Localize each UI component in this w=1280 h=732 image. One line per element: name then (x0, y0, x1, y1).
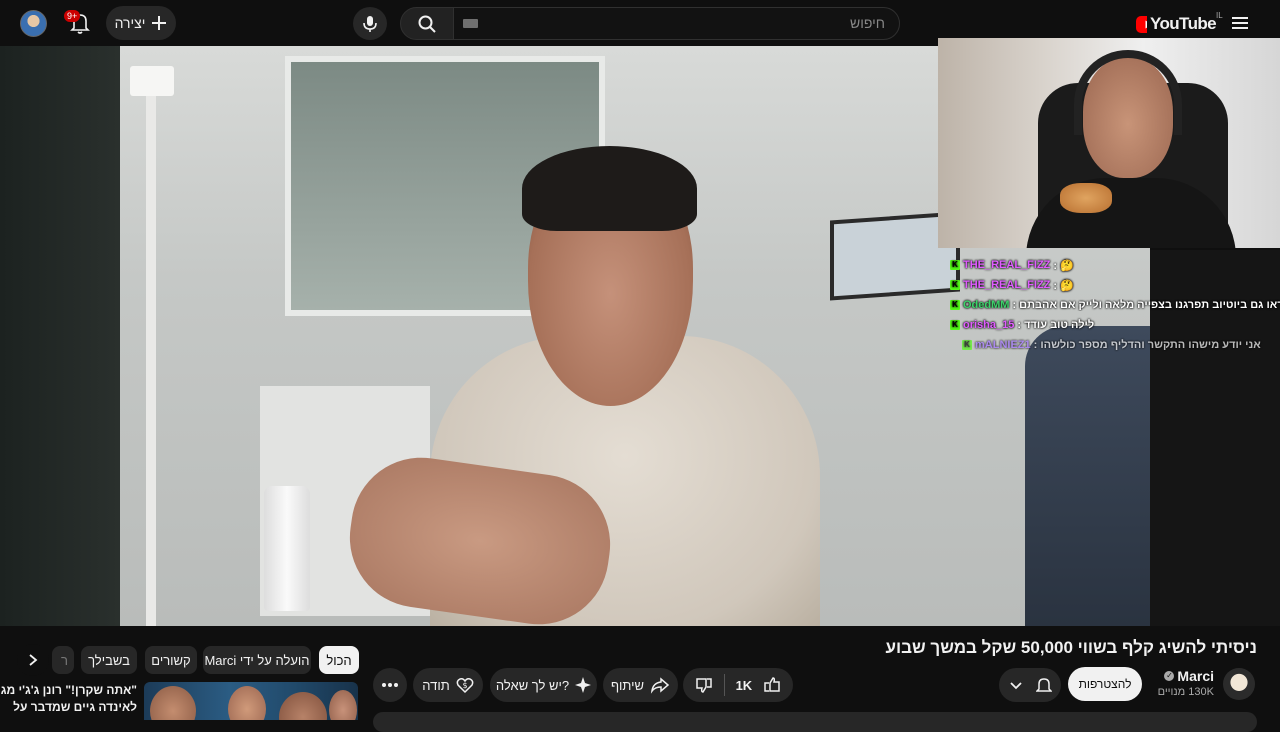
player-backdrop-left (0, 46, 120, 626)
notifications-button[interactable]: 9+ (64, 9, 94, 37)
create-label: יצירה (114, 15, 146, 31)
like-count[interactable]: 1K (736, 678, 753, 693)
keyboard-icon[interactable] (463, 19, 478, 28)
chip-for-you[interactable]: בשבילך (81, 646, 137, 674)
verified-icon: ✓ (1164, 671, 1175, 681)
microphone-icon (363, 15, 377, 32)
chat-user: THE_REAL_FIZZ (963, 279, 1051, 291)
chat-message: K THE_REAL_FIZZ : 🤔 (950, 276, 1074, 294)
guide-menu-button[interactable] (1226, 10, 1254, 36)
thanks-label: תודה (422, 677, 450, 693)
chat-message: K orisha_15 לילה טוב עודד : (950, 316, 1094, 334)
chip-label: ר (61, 652, 68, 668)
chat-text: לכו תראו גם ביוטיוב תפרגנו בצפייה מלאה ו… (1012, 299, 1280, 311)
channel-name-row[interactable]: ✓ Marci (1150, 668, 1214, 684)
kick-badge-icon: K (950, 320, 960, 330)
kick-badge-icon: K (950, 300, 960, 310)
video-frame-chair (1025, 326, 1150, 626)
logo-text: YouTube (1150, 14, 1217, 33)
chat-text: אני יודע מישהו התקשר והדליף מספר כולשהו … (1033, 339, 1261, 351)
kick-badge-icon: K (950, 280, 960, 290)
kick-badge-icon: K (962, 340, 972, 350)
webcam-food (1060, 183, 1112, 213)
chat-message: K OdedMM לכו תראו גם ביוטיוב תפרגנו בצפי… (950, 296, 1280, 314)
create-button[interactable]: יצירה (106, 6, 176, 40)
chat-user: THE_REAL_FIZZ (963, 259, 1051, 271)
chat-message: K THE_REAL_FIZZ : 🤔 (950, 256, 1074, 274)
video-frame-person-hair (522, 146, 697, 231)
chip-label: בשבילך (88, 652, 130, 668)
channel-name: Marci (1177, 668, 1214, 684)
more-horizontal-icon (382, 683, 398, 687)
join-button[interactable]: להצטרפות (1068, 667, 1142, 701)
recommended-title-line: לאינדה גיים שמדבר על (13, 700, 137, 714)
super-thanks-icon: $ (456, 678, 474, 694)
like-dislike-group: 1K (683, 668, 793, 702)
thumbnail-face (329, 690, 357, 720)
chevron-down-icon (1010, 682, 1022, 690)
bell-icon (1036, 678, 1052, 692)
search-input[interactable]: חיפוש (850, 15, 885, 31)
chip-all[interactable]: הכול (319, 646, 359, 674)
description-box[interactable] (373, 712, 1257, 732)
ask-question-button[interactable]: יש לך שאלה? (490, 668, 597, 702)
chat-text: : 🤔 (1053, 259, 1074, 272)
youtube-logo[interactable]: YouTube (1136, 13, 1217, 35)
join-label: להצטרפות (1078, 677, 1132, 691)
country-code: IL (1216, 11, 1223, 20)
plus-icon (152, 16, 167, 30)
recommended-video-thumbnail[interactable] (144, 682, 358, 720)
share-icon (650, 677, 670, 694)
subscription-notifications-button[interactable] (999, 668, 1061, 702)
thanks-button[interactable]: תודה $ (413, 668, 483, 702)
youtube-play-icon (1136, 15, 1147, 33)
chip-label: הכול (326, 652, 352, 668)
thumbnail-face (150, 686, 196, 720)
search-icon (418, 15, 436, 33)
search-button[interactable] (400, 7, 454, 40)
channel-avatar[interactable] (1223, 668, 1255, 700)
chevron-right-icon (29, 654, 38, 666)
chip-partial[interactable]: ר (52, 646, 74, 674)
search-box[interactable]: חיפוש (453, 7, 900, 40)
recommended-title-line: "אתה שקרן!" רונן ג'ג'י מגיב (0, 683, 137, 697)
share-label: שיתוף (610, 677, 645, 693)
video-title: ניסיתי להשיג קלף בשווי 50,000 שקל במשך ש… (885, 638, 1257, 657)
chat-user: orisha_15 (963, 319, 1015, 331)
chips-next-button[interactable] (17, 644, 49, 676)
chat-user: OdedMM (963, 299, 1010, 311)
video-frame-bottle (264, 486, 310, 611)
more-actions-button[interactable] (373, 668, 407, 702)
hamburger-icon (1232, 17, 1248, 29)
chat-user: mALNIEZ1 (975, 339, 1031, 351)
video-frame-lamp-pole (146, 96, 156, 626)
streamer-webcam-overlay (938, 38, 1280, 248)
recommended-video-title[interactable]: "אתה שקרן!" רונן ג'ג'י מגיב לאינדה גיים … (0, 682, 137, 716)
notification-count-badge: 9+ (64, 10, 81, 22)
chip-label: קשורים (151, 652, 191, 668)
chip-label: הועלה על ידי Marci (204, 652, 310, 668)
voice-search-button[interactable] (353, 7, 387, 40)
ask-label: יש לך שאלה? (495, 677, 570, 693)
video-frame-lamp (130, 66, 174, 96)
like-icon[interactable] (763, 676, 781, 694)
chat-text: : 🤔 (1053, 279, 1074, 292)
share-button[interactable]: שיתוף (603, 668, 678, 702)
chip-from-uploader[interactable]: הועלה על ידי Marci (203, 646, 311, 674)
chat-text: לילה טוב עודד : (1017, 319, 1095, 331)
thumbnail-face (279, 692, 327, 720)
thumbnail-face (228, 686, 266, 720)
like-divider (723, 674, 725, 696)
chat-message: K mALNIEZ1 אני יודע מישהו התקשר והדליף מ… (962, 336, 1261, 354)
sparkle-icon (575, 677, 592, 693)
account-avatar[interactable] (20, 10, 47, 37)
kick-badge-icon: K (950, 260, 960, 270)
chip-related[interactable]: קשורים (145, 646, 197, 674)
dislike-icon[interactable] (695, 676, 713, 694)
subscriber-count: 130K מנויים (1157, 686, 1214, 698)
svg-text:$: $ (462, 681, 467, 690)
